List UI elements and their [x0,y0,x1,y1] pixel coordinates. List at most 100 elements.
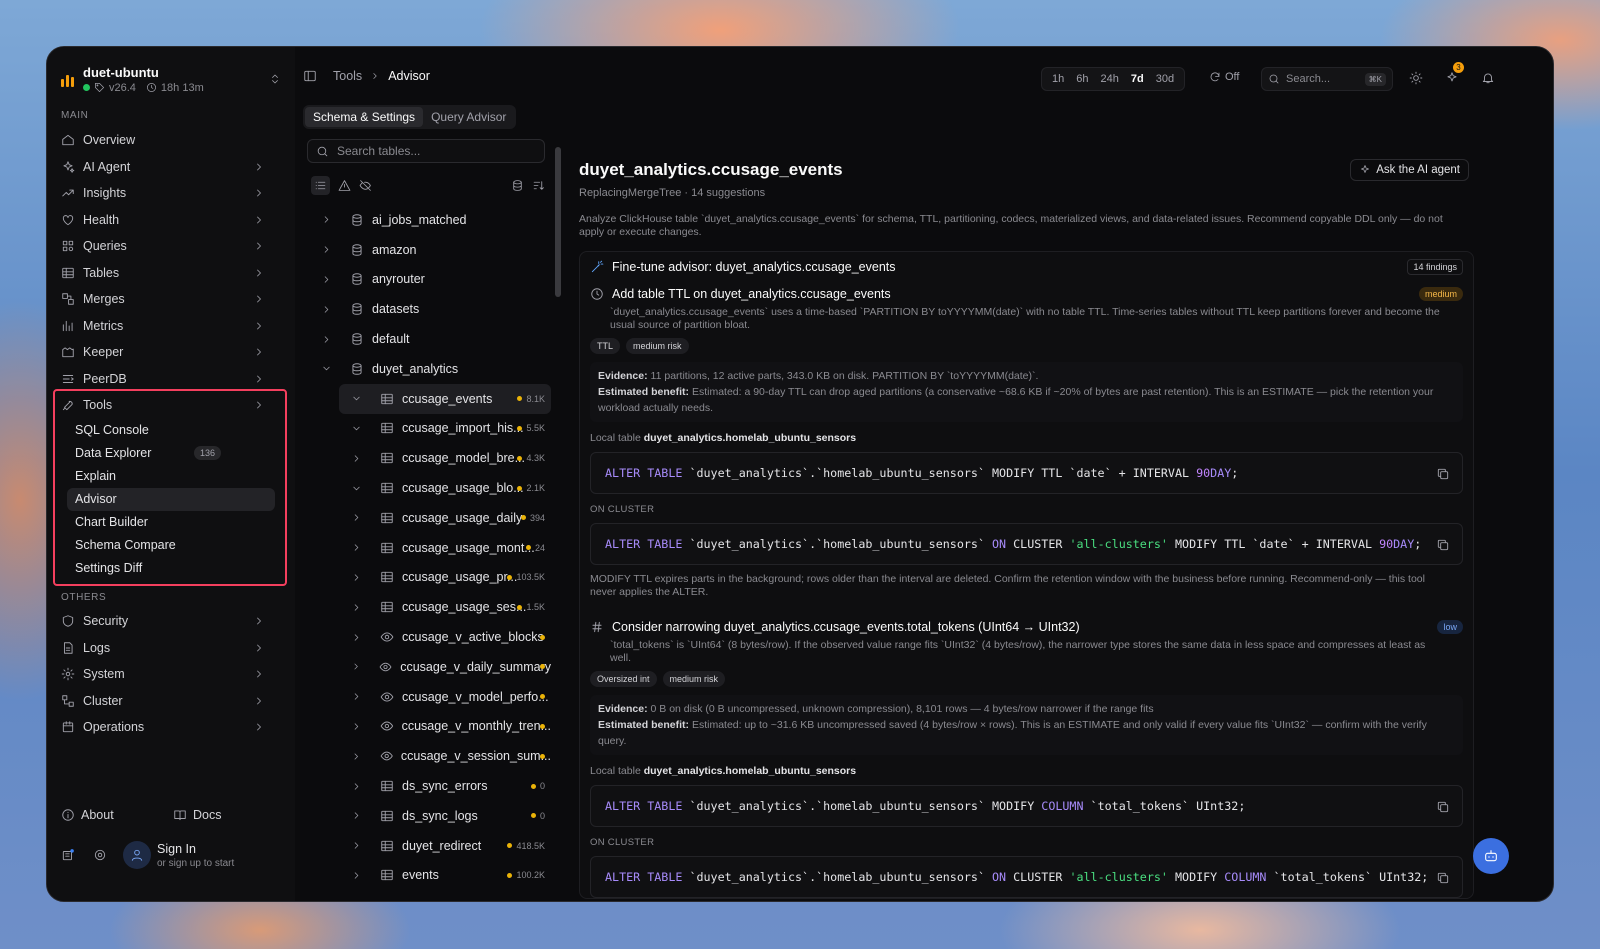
db-row[interactable]: default [307,324,551,354]
copy-icon[interactable] [1436,800,1450,814]
ddl-code-block-cluster: ALTER TABLE `duyet_analytics`.`homelab_u… [590,856,1463,898]
table-row[interactable]: ds_sync_logs 0 [307,801,551,831]
table-row[interactable]: duyet_redirect 418.5K [307,831,551,861]
tab-query-advisor[interactable]: Query Advisor [423,107,514,127]
theme-toggle-icon[interactable] [1409,71,1423,85]
db-row[interactable]: ai_jobs_matched [307,205,551,235]
chevron-right-icon [354,633,359,641]
range-6h[interactable]: 6h [1070,73,1094,85]
settings-icon[interactable] [93,848,107,862]
sub-sql-console[interactable]: SQL Console [67,419,275,442]
eye-off-icon[interactable] [359,179,372,192]
sidebar-toggle-icon[interactable] [303,69,317,83]
avatar[interactable] [123,841,151,869]
nav-keeper[interactable]: Keeper [55,339,279,366]
table-search-input[interactable]: Search tables... [307,139,545,163]
table-row[interactable]: ccusage_usage_daily 394 [307,503,551,533]
nav-insights[interactable]: Insights [55,180,279,207]
table-row[interactable]: ccusage_usage_blo... 2.1K [307,473,551,503]
auto-refresh-toggle[interactable]: Off [1209,71,1239,83]
copy-icon[interactable] [1436,871,1450,885]
list-view-button[interactable] [311,175,330,195]
nav-tools[interactable]: Tools [55,392,279,419]
sort-icon[interactable] [532,179,545,192]
search-icon [317,146,328,156]
copy-icon[interactable] [1436,538,1450,552]
chevron-right-icon [324,306,329,313]
table-row[interactable]: ds_sync_errors 0 [307,771,551,801]
evidence-box: Evidence: 0 B on disk (0 B uncompressed,… [590,695,1463,755]
status-dot [530,813,536,819]
range-7d[interactable]: 7d [1125,73,1150,85]
view-row[interactable]: ccusage_v_model_perfo... [307,682,551,712]
view-row[interactable]: ccusage_v_monthly_tren... [307,712,551,742]
nav-logs[interactable]: Logs [55,635,279,662]
table-row[interactable]: ccusage_usage_pr... 103.5K [307,563,551,593]
table-list-scrollbar[interactable] [555,147,561,297]
db-row[interactable]: datasets [307,294,551,324]
view-row[interactable]: ccusage_v_session_sum... [307,741,551,771]
sign-in-block[interactable]: Sign In or sign up to start [157,842,234,869]
nav-cluster[interactable]: Cluster [55,688,279,715]
table-row[interactable]: ccusage_usage_ses... 1.5K [307,592,551,622]
db-row[interactable]: anyrouter [307,265,551,295]
finding-narrow-int[interactable]: Consider narrowing duyet_analytics.ccusa… [590,615,1463,639]
tag: medium risk [662,671,726,687]
tab-schema-settings[interactable]: Schema & Settings [305,107,424,127]
nav-queries[interactable]: Queries [55,233,279,260]
finding-ttl[interactable]: Add table TTL on duyet_analytics.ccusage… [590,282,1463,306]
table-row-selected[interactable]: ccusage_events 8.1K [339,383,551,414]
range-30d[interactable]: 30d [1150,73,1180,85]
chat-assistant-button[interactable] [1473,838,1509,874]
sub-chart-builder[interactable]: Chart Builder [67,511,275,534]
ai-assistant-button[interactable]: 3 [1445,62,1464,85]
bell-icon[interactable] [1481,71,1495,85]
sparkles-icon [1361,165,1370,173]
status-dot [525,545,531,551]
sub-schema-compare[interactable]: Schema Compare [67,534,275,557]
global-search-input[interactable]: Search... ⌘K [1261,67,1393,91]
shortcut-hint: ⌘K [1364,72,1386,86]
ask-ai-agent-button[interactable]: Ask the AI agent [1350,159,1469,181]
tools-nav: Tools SQL Console Data Explorer 136 Expla… [55,392,279,580]
about-link[interactable]: About [61,808,114,822]
table-row[interactable]: ccusage_usage_mont... 24 [307,533,551,563]
view-row[interactable]: ccusage_v_daily_summary [307,652,551,682]
keeper-icon [62,347,74,358]
sub-data-explorer[interactable]: Data Explorer 136 [67,442,275,465]
docs-link[interactable]: Docs [173,808,221,822]
nav-overview[interactable]: Overview [55,127,279,154]
view-name: ccusage_v_session_sum... [400,749,551,764]
copy-icon[interactable] [1436,467,1450,481]
table-row[interactable]: ccusage_import_his... 5.5K [307,414,551,444]
status-dot [507,843,513,849]
nav-merges[interactable]: Merges [55,286,279,313]
table-row[interactable]: events 100.2K [307,861,551,891]
nav-operations[interactable]: Operations [55,714,279,741]
chevron-right-icon [257,617,261,625]
nav-system[interactable]: System [55,661,279,688]
db-row[interactable]: duyet_analytics [307,354,551,384]
nav-metrics[interactable]: Metrics [55,313,279,340]
nav-ai-agent[interactable]: AI Agent [55,154,279,181]
sub-settings-diff[interactable]: Settings Diff [67,557,275,580]
nav-security[interactable]: Security [55,608,279,635]
instance-switcher[interactable]: duet-ubuntu v26.4 18h 13m [61,61,281,97]
db-row[interactable]: amazon [307,235,551,265]
sign-in-sub: or sign up to start [157,858,235,869]
range-24h[interactable]: 24h [1095,73,1125,85]
nav-tables[interactable]: Tables [55,260,279,287]
local-table-label: Local table duyet_analytics.homelab_ubun… [590,765,1463,777]
sub-explain[interactable]: Explain [67,465,275,488]
crumb-tools[interactable]: Tools [333,69,362,83]
nav-health[interactable]: Health [55,207,279,234]
warning-icon[interactable] [338,179,351,192]
status-dot [517,485,523,491]
status-icon[interactable] [61,848,75,862]
table-row[interactable]: ccusage_model_bre... 4.3K [307,443,551,473]
sub-advisor[interactable]: Advisor [67,487,275,511]
view-row[interactable]: ccusage_v_active_blocks [307,622,551,652]
breadcrumb: Tools Advisor [303,69,430,83]
range-1h[interactable]: 1h [1046,73,1070,85]
database-icon[interactable] [511,179,524,192]
